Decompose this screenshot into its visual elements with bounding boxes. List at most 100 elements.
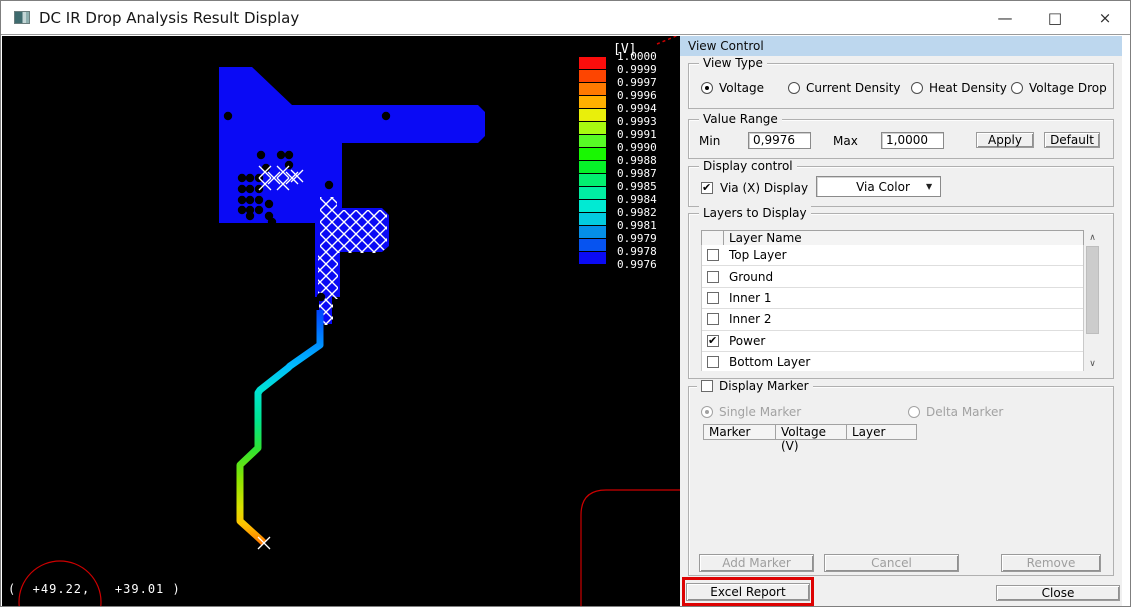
legend-value: 0.9985 (617, 180, 657, 193)
remove-button[interactable]: Remove (1001, 554, 1101, 572)
scroll-down-icon[interactable]: ∨ (1084, 356, 1101, 371)
via-display-checkbox[interactable] (701, 182, 713, 194)
radio-delta-marker-label: Delta Marker (926, 405, 1003, 419)
via-dot (382, 112, 390, 120)
via-color-dropdown[interactable]: Via Color ▼ (816, 176, 941, 197)
via-dot (265, 200, 273, 208)
radio-current-density-label: Current Density (806, 81, 901, 95)
via-dot (224, 112, 232, 120)
legend-value: 0.9984 (617, 193, 657, 206)
excel-report-button[interactable]: Excel Report (686, 583, 810, 601)
layer-checkbox[interactable] (707, 292, 719, 304)
legend-swatch (579, 96, 606, 109)
cancel-button[interactable]: Cancel (824, 554, 959, 572)
layer-row[interactable]: Power (702, 331, 1083, 352)
radio-voltage-drop[interactable]: Voltage Drop (1011, 81, 1107, 95)
min-label: Min (699, 134, 720, 148)
max-value-field[interactable]: 1,0000 (881, 132, 944, 149)
radio-current-density-icon[interactable] (788, 82, 800, 94)
radio-heat-density-icon[interactable] (911, 82, 923, 94)
legend-swatch (579, 122, 606, 135)
legend-value: 0.9988 (617, 154, 657, 167)
layer-checkbox[interactable] (707, 313, 719, 325)
layer-checkbox[interactable] (707, 249, 719, 261)
radio-heat-density[interactable]: Heat Density (911, 81, 1007, 95)
panel-title: View Control (680, 36, 1122, 56)
via-crosshatch-region (320, 197, 387, 253)
via-dot (277, 151, 285, 159)
legend-swatch (579, 187, 606, 200)
radio-delta-marker[interactable]: Delta Marker (908, 405, 1003, 419)
legend-swatch (579, 239, 606, 252)
value-range-group: Value Range Min 0,9976 Max 1,0000 Apply … (688, 119, 1114, 159)
legend-value: 0.9978 (617, 245, 657, 258)
radio-voltage-icon[interactable] (701, 82, 713, 94)
via-dot (285, 151, 293, 159)
radio-voltage[interactable]: Voltage (701, 81, 764, 95)
via-dot (268, 218, 276, 226)
layer-checkbox[interactable] (707, 356, 719, 368)
via-crosshatch-region (318, 253, 338, 299)
marker-column-header: Marker (703, 424, 776, 440)
layers-header-checkbox-cell (701, 230, 724, 246)
radio-voltage-drop-icon[interactable] (1011, 82, 1023, 94)
layer-checkbox[interactable] (707, 271, 719, 283)
close-window-button[interactable]: × (1080, 1, 1130, 34)
minimize-button[interactable]: — (980, 1, 1030, 34)
layer-row[interactable]: Ground (702, 266, 1083, 287)
legend-value: 0.9993 (617, 115, 657, 128)
layer-row[interactable]: Bottom Layer (702, 352, 1083, 371)
chevron-down-icon[interactable]: ▼ (926, 182, 940, 191)
legend-swatch (579, 252, 606, 265)
layer-checkbox[interactable] (707, 335, 719, 347)
layer-row[interactable]: Inner 1 (702, 288, 1083, 309)
view-type-group: View Type Voltage Current Density Heat D… (688, 63, 1114, 109)
via-dot (317, 293, 325, 301)
radio-single-marker[interactable]: Single Marker (701, 405, 801, 419)
legend-swatch (579, 213, 606, 226)
legend-swatch (579, 226, 606, 239)
radio-delta-marker-icon[interactable] (908, 406, 920, 418)
legend-swatch (579, 200, 606, 213)
max-label: Max (833, 134, 858, 148)
board-canvas[interactable]: 1.00000.99990.99970.99960.99940.99930.99… (2, 36, 680, 607)
via-dot (238, 174, 246, 182)
color-legend-swatches (579, 57, 606, 265)
legend-value: 0.9979 (617, 232, 657, 245)
window-title: DC IR Drop Analysis Result Display (39, 9, 299, 27)
layer-name: Bottom Layer (729, 355, 810, 369)
display-marker-label: Display Marker (719, 379, 809, 393)
maximize-button[interactable]: □ (1030, 1, 1080, 34)
layers-group: Layers to Display Layer Name Top LayerGr… (688, 213, 1114, 379)
layer-name: Inner 1 (729, 291, 772, 305)
min-value-field[interactable]: 0,9976 (748, 132, 811, 149)
via-dot (257, 151, 265, 159)
legend-swatch (579, 135, 606, 148)
display-marker-checkbox[interactable] (701, 380, 713, 392)
legend-value: 0.9982 (617, 206, 657, 219)
legend-value: 0.9991 (617, 128, 657, 141)
radio-current-density[interactable]: Current Density (788, 81, 901, 95)
layers-scrollbar[interactable]: ∧ ∨ (1084, 230, 1101, 371)
marker-table-header: Marker Voltage (V) Layer (703, 424, 917, 440)
legend-value: 0.9990 (617, 141, 657, 154)
scrollbar-thumb[interactable] (1086, 246, 1099, 334)
legend-value: 0.9999 (617, 63, 657, 76)
close-button[interactable]: Close (996, 585, 1120, 601)
apply-button[interactable]: Apply (976, 132, 1034, 148)
legend-swatch (579, 83, 606, 96)
radio-single-marker-icon[interactable] (701, 406, 713, 418)
scroll-up-icon[interactable]: ∧ (1084, 230, 1101, 245)
legend-unit-label: [V] (613, 42, 636, 57)
default-button[interactable]: Default (1044, 132, 1100, 148)
layer-column-header: Layer (846, 424, 917, 440)
radio-voltage-label: Voltage (719, 81, 764, 95)
app-icon (14, 11, 30, 24)
layer-row[interactable]: Inner 2 (702, 309, 1083, 330)
radio-voltage-drop-label: Voltage Drop (1029, 81, 1107, 95)
legend-swatch (579, 57, 606, 70)
add-marker-button[interactable]: Add Marker (699, 554, 814, 572)
via-dot (255, 196, 263, 204)
layer-row[interactable]: Top Layer (702, 245, 1083, 266)
via-display-label: Via (X) Display (720, 181, 808, 195)
